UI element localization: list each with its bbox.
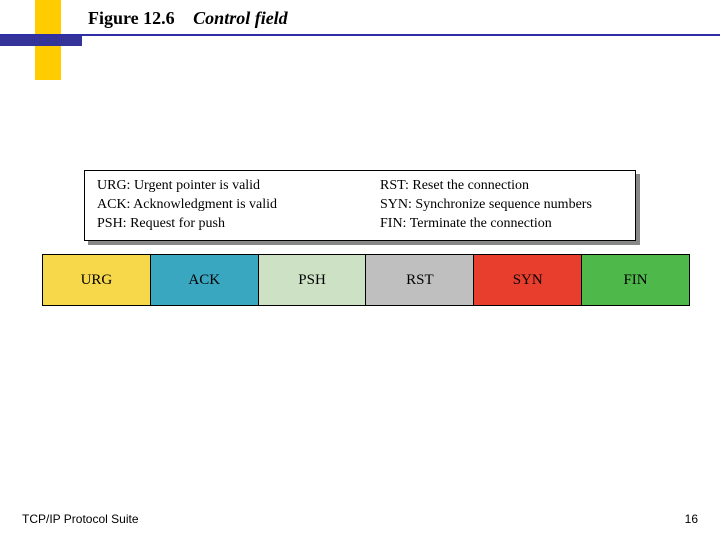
slide-corner-decoration bbox=[0, 0, 90, 90]
figure-number: Figure 12.6 bbox=[88, 8, 175, 28]
flag-rst: RST bbox=[366, 255, 474, 305]
legend-box: URG: Urgent pointer is valid ACK: Acknow… bbox=[84, 170, 636, 241]
figure-caption: Control field bbox=[193, 8, 288, 28]
control-field-flags: URG ACK PSH RST SYN FIN bbox=[42, 254, 690, 306]
legend-column-right: RST: Reset the connection SYN: Synchroni… bbox=[380, 177, 623, 234]
legend-line: PSH: Request for push bbox=[97, 215, 340, 234]
legend-line: URG: Urgent pointer is valid bbox=[97, 177, 340, 196]
deco-horizontal-bar bbox=[0, 36, 82, 46]
legend-line: ACK: Acknowledgment is valid bbox=[97, 196, 340, 215]
flag-syn: SYN bbox=[474, 255, 582, 305]
flag-fin: FIN bbox=[582, 255, 689, 305]
footer-source: TCP/IP Protocol Suite bbox=[22, 512, 139, 526]
legend-column-left: URG: Urgent pointer is valid ACK: Acknow… bbox=[97, 177, 340, 234]
flag-ack: ACK bbox=[151, 255, 259, 305]
flag-urg: URG bbox=[43, 255, 151, 305]
legend-line: SYN: Synchronize sequence numbers bbox=[380, 196, 623, 215]
title-underline bbox=[0, 34, 720, 36]
figure-title: Figure 12.6 Control field bbox=[88, 8, 288, 29]
page-number: 16 bbox=[685, 512, 698, 526]
legend-line: FIN: Terminate the connection bbox=[380, 215, 623, 234]
flag-psh: PSH bbox=[259, 255, 367, 305]
legend-line: RST: Reset the connection bbox=[380, 177, 623, 196]
